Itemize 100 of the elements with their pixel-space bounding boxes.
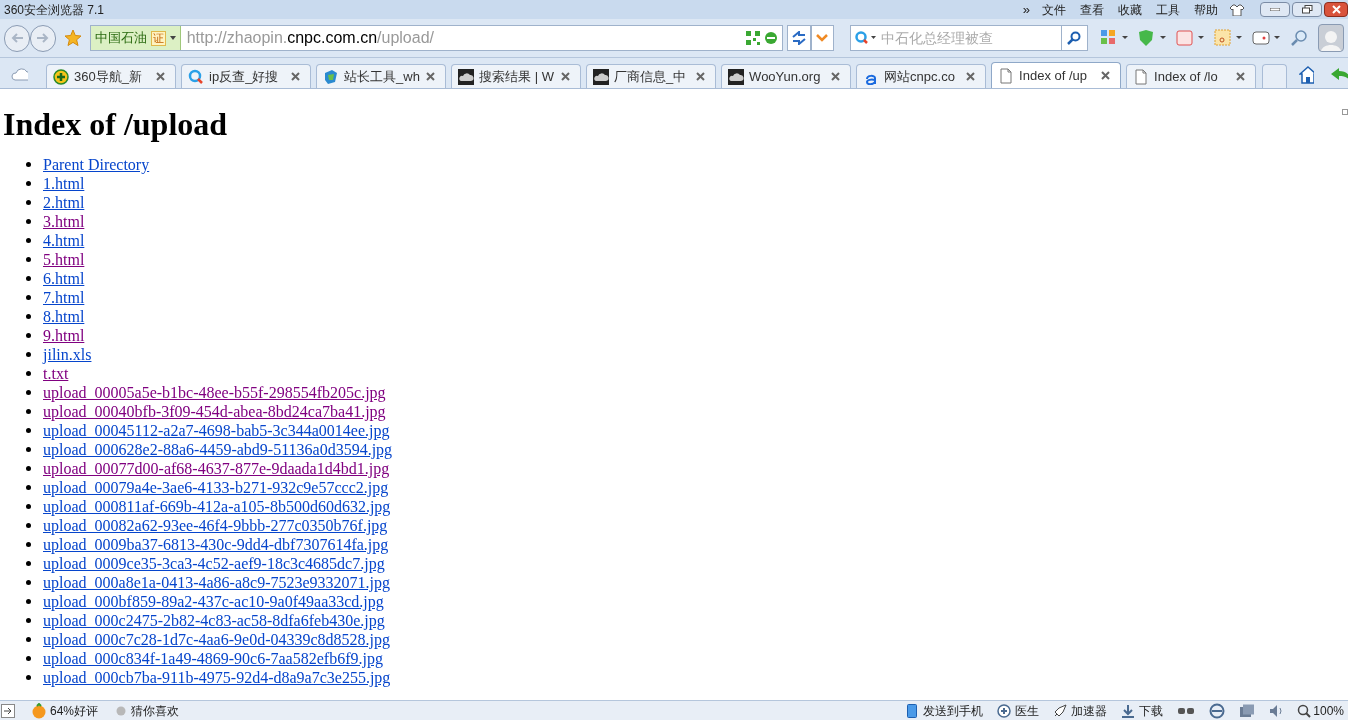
menu-overflow-button[interactable]: » bbox=[1022, 3, 1030, 16]
bullet-icon bbox=[26, 618, 31, 623]
file-link[interactable]: upload_000c2475-2b82-4c83-ac58-8dfa6feb430e.jpg bbox=[43, 611, 385, 630]
file-link[interactable]: 3.html bbox=[43, 212, 85, 231]
minimize-icon bbox=[1270, 8, 1280, 11]
file-link[interactable]: upload_00005a5e-b1bc-48ee-b55f-298554fb205c.jpg bbox=[43, 383, 386, 402]
file-link[interactable]: 5.html bbox=[43, 250, 85, 269]
bullet-icon bbox=[26, 295, 31, 300]
file-link[interactable]: upload_000c7c28-1d7c-4aa6-9e0d-04339c8d8528.jpg bbox=[43, 630, 390, 649]
browser-tab[interactable]: Index of /up bbox=[991, 62, 1122, 88]
file-link[interactable]: upload_000628e2-88a6-4459-abd9-51136a0d3594.jpg bbox=[43, 440, 393, 459]
menu-item[interactable]: 文件 bbox=[1042, 0, 1066, 19]
radio-dot-icon[interactable] bbox=[116, 705, 127, 716]
close-icon[interactable] bbox=[1101, 71, 1111, 80]
file-link[interactable]: 8.html bbox=[43, 307, 85, 326]
refresh-button[interactable] bbox=[787, 25, 811, 51]
bullet-icon bbox=[26, 352, 31, 357]
send-to-phone-link[interactable]: 发送到手机 bbox=[923, 701, 984, 720]
fruit-icon[interactable] bbox=[31, 702, 47, 719]
search-bar[interactable]: 中石化总经理被查 bbox=[850, 25, 1088, 51]
browser-tab[interactable]: WooYun.org bbox=[721, 64, 852, 88]
undo-arrow-icon[interactable] bbox=[1329, 67, 1348, 83]
cloud-icon bbox=[458, 68, 475, 85]
phone-icon[interactable] bbox=[907, 703, 918, 718]
close-icon[interactable] bbox=[561, 72, 571, 81]
qr-code-icon[interactable] bbox=[746, 31, 761, 45]
cloud-icon bbox=[593, 68, 610, 85]
site-identity-badge[interactable]: 中国石油 证 bbox=[90, 26, 181, 50]
bullet-icon bbox=[26, 428, 31, 433]
bullet-icon bbox=[26, 257, 31, 262]
browser-tab[interactable]: 站长工具_wh bbox=[316, 64, 447, 88]
menu-item[interactable]: 查看 bbox=[1080, 0, 1104, 19]
menu-item[interactable]: 帮助 bbox=[1194, 0, 1218, 19]
file-link[interactable]: upload_00079a4e-3ae6-4133-b271-932c9e57ccc2.jpg bbox=[43, 478, 389, 497]
user-avatar[interactable] bbox=[1318, 24, 1344, 52]
file-link[interactable]: 2.html bbox=[43, 193, 85, 212]
file-link[interactable]: upload_0009ba37-6813-430c-9dd4-dbf7307614fa.jpg bbox=[43, 535, 389, 554]
accelerator-link[interactable]: 加速器 bbox=[1071, 701, 1108, 720]
apps-grid-icon[interactable] bbox=[1100, 29, 1128, 47]
download-link[interactable]: 下载 bbox=[1139, 701, 1164, 720]
file-link[interactable]: upload_00082a62-93ee-46f4-9bbb-277c0350b76f.jpg bbox=[43, 516, 388, 535]
close-icon[interactable] bbox=[696, 72, 706, 81]
browser-tab[interactable]: 厂商信息_中 bbox=[586, 64, 717, 88]
search-field[interactable]: 中石化总经理被查 bbox=[881, 27, 1061, 49]
close-icon[interactable] bbox=[966, 72, 976, 81]
file-link[interactable]: jilin.xls bbox=[43, 345, 92, 364]
close-icon[interactable] bbox=[1236, 72, 1246, 81]
close-button[interactable] bbox=[1324, 2, 1348, 17]
file-link[interactable]: Parent Directory bbox=[43, 155, 150, 174]
close-icon[interactable] bbox=[291, 72, 301, 81]
menu-item[interactable]: 工具 bbox=[1156, 0, 1180, 19]
home-icon[interactable] bbox=[1299, 66, 1314, 84]
search-engine-icon[interactable] bbox=[855, 31, 877, 45]
zoom-icon[interactable] bbox=[1297, 703, 1312, 718]
file-link[interactable]: upload_00077d00-af68-4637-877e-9daada1d4bd1.jpg bbox=[43, 459, 390, 478]
menu-item[interactable]: 收藏 bbox=[1118, 0, 1142, 19]
bullet-icon bbox=[26, 390, 31, 395]
dropdown-button[interactable] bbox=[810, 25, 834, 51]
close-icon[interactable] bbox=[426, 72, 436, 81]
skin-icon[interactable] bbox=[1230, 3, 1244, 16]
file-link[interactable]: upload_000811af-669b-412a-a105-8b500d60d632.jpg bbox=[43, 497, 391, 516]
bullet-icon bbox=[26, 333, 31, 338]
zoom-level[interactable]: 100% bbox=[1313, 701, 1344, 720]
browser-tab[interactable]: ip反查_好搜 bbox=[181, 64, 312, 88]
close-icon[interactable] bbox=[156, 72, 166, 81]
file-link[interactable]: upload_000a8e1a-0413-4a86-a8c9-7523e9332071.jpg bbox=[43, 573, 390, 592]
file-link[interactable]: upload_000cb7ba-911b-4975-92d4-d8a9a7c3e255.jpg bbox=[43, 668, 391, 687]
window-icon[interactable] bbox=[1239, 703, 1256, 718]
tab-label: 360导航_新 bbox=[74, 67, 143, 86]
file-link[interactable]: 6.html bbox=[43, 269, 85, 288]
file-link[interactable]: 9.html bbox=[43, 326, 85, 345]
recommendation-link[interactable]: 猜你喜欢 bbox=[131, 701, 180, 720]
sidebar-toggle-icon[interactable] bbox=[1, 703, 15, 718]
file-link[interactable]: t.txt bbox=[43, 364, 69, 383]
browser-tab[interactable]: Index of /lo bbox=[1126, 64, 1257, 88]
rating-text[interactable]: 64%好评 bbox=[50, 701, 99, 720]
browser-tab[interactable]: 360导航_新 bbox=[46, 64, 177, 88]
forward-arrow-icon bbox=[36, 32, 51, 44]
doctor-link[interactable]: 医生 bbox=[1015, 701, 1040, 720]
url-text: http://zhaopin.cnpc.com.cn/upload/ bbox=[185, 28, 434, 48]
file-link[interactable]: upload_0009ce35-3ca3-4c52-aef9-18c3c4685dc7.jpg bbox=[43, 554, 385, 573]
file-link[interactable]: 4.html bbox=[43, 231, 85, 250]
file-link[interactable]: upload_000c834f-1a49-4869-90c6-7aa582efb6f9.jpg bbox=[43, 649, 383, 668]
dropdown-caret-icon bbox=[169, 36, 176, 40]
bullet-icon bbox=[26, 447, 31, 452]
bullet-icon bbox=[26, 542, 31, 547]
magnifier-icon[interactable] bbox=[1290, 29, 1308, 47]
file-link[interactable]: upload_00045112-a2a7-4698-bab5-3c344a0014ee.jpg bbox=[43, 421, 390, 440]
file-link[interactable]: 1.html bbox=[43, 174, 85, 193]
file-link[interactable]: upload_00040bfb-3f09-454d-abea-8bd24ca7ba41.jpg bbox=[43, 402, 386, 421]
address-bar[interactable]: 中国石油 证 http://zhaopin.cnpc.com.cn/upload/ bbox=[89, 25, 784, 51]
download-icon[interactable] bbox=[1121, 703, 1136, 718]
doctor-icon[interactable] bbox=[997, 703, 1012, 718]
restore-button[interactable] bbox=[1292, 2, 1322, 17]
file-link[interactable]: upload_000bf859-89a2-437c-ac10-9a0f49aa33cd.jpg bbox=[43, 592, 384, 611]
browser-tab[interactable]: 搜索结果 | W bbox=[451, 64, 582, 88]
file-link[interactable]: 7.html bbox=[43, 288, 85, 307]
star-icon[interactable] bbox=[64, 29, 82, 47]
close-icon[interactable] bbox=[831, 72, 841, 81]
browser-tab[interactable]: 网站cnpc.co bbox=[856, 64, 987, 88]
